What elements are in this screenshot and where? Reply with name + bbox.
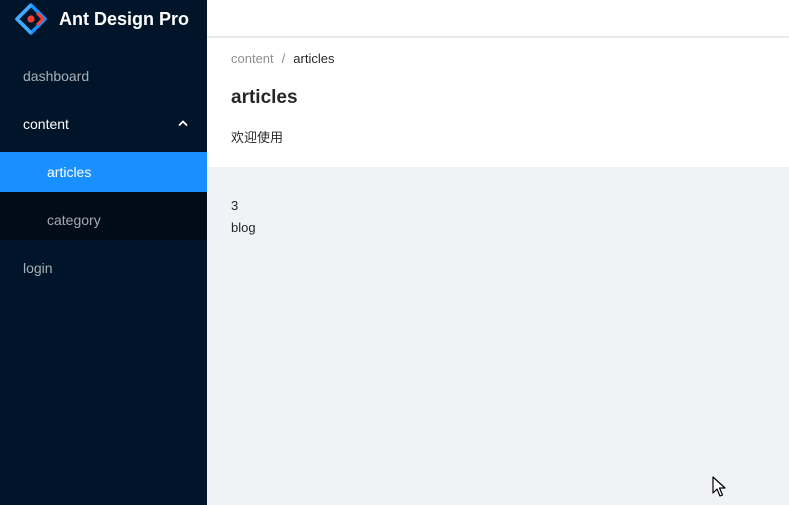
menu-item-login[interactable]: login — [0, 248, 207, 288]
brand-logo[interactable]: Ant Design Pro — [0, 0, 207, 38]
menu-item-content[interactable]: content — [0, 104, 207, 144]
page-header: content / articles articles 欢迎使用 — [207, 38, 789, 167]
content-count: 3 — [231, 198, 239, 213]
main-content: 3 blog — [207, 167, 789, 505]
menu-item-category[interactable]: category — [0, 200, 207, 240]
menu-item-articles[interactable]: articles — [0, 152, 207, 192]
side-menu: dashboard content articles category logi… — [0, 56, 207, 288]
breadcrumb-current: articles — [293, 50, 335, 66]
menu-item-content-label: content — [23, 116, 69, 132]
content-label: blog — [231, 220, 256, 235]
global-header — [207, 0, 789, 36]
page-description: 欢迎使用 — [231, 130, 284, 145]
mouse-cursor-icon — [712, 476, 726, 497]
breadcrumb: content / articles — [231, 50, 765, 66]
brand-title: Ant Design Pro — [59, 8, 190, 29]
submenu-content: articles category — [0, 152, 207, 240]
page-title: articles — [231, 87, 298, 108]
breadcrumb-link-content[interactable]: content — [231, 51, 274, 66]
ant-design-logo-icon — [15, 3, 47, 35]
sidebar: Ant Design Pro dashboard content article… — [0, 0, 207, 505]
breadcrumb-separator: / — [281, 50, 286, 66]
menu-item-dashboard[interactable]: dashboard — [0, 56, 207, 96]
chevron-up-icon — [178, 120, 188, 126]
